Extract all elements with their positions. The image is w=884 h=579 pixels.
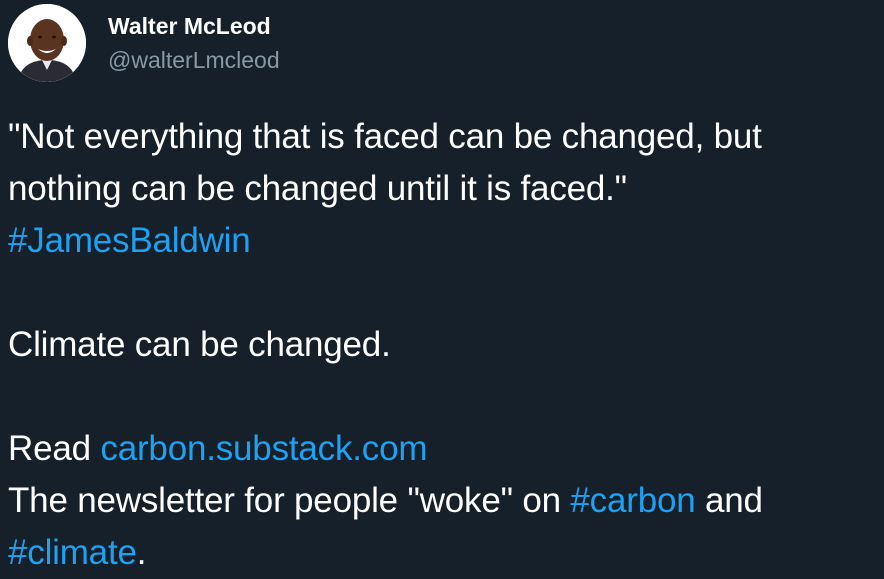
read-line: Read carbon.substack.com	[8, 423, 880, 475]
quote-line-2: nothing can be changed until it is faced…	[8, 169, 627, 208]
tweet-header: Walter McLeod @walterLmcleod	[8, 4, 280, 82]
hashtag-line: #JamesBaldwin	[8, 215, 880, 267]
climate-hashtag-line: #climate.	[8, 527, 880, 579]
newsletter-line: The newsletter for people "woke" on #car…	[8, 475, 880, 527]
climate-line: Climate can be changed.	[8, 325, 391, 364]
newsletter-prefix: The newsletter for people "woke" on	[8, 481, 571, 520]
author-display-name[interactable]: Walter McLeod	[108, 11, 280, 41]
tweet-text: "Not everything that is faced can be cha…	[8, 111, 880, 579]
hashtag-climate[interactable]: #climate	[8, 533, 137, 572]
final-period: .	[136, 533, 147, 572]
avatar[interactable]	[8, 4, 86, 82]
hashtag-jamesbaldwin[interactable]: #JamesBaldwin	[8, 221, 251, 260]
author-names: Walter McLeod @walterLmcleod	[108, 11, 280, 75]
hashtag-carbon[interactable]: #carbon	[570, 481, 695, 520]
read-prefix: Read	[8, 429, 101, 468]
profile-photo-icon	[8, 4, 86, 82]
author-handle[interactable]: @walterLmcleod	[108, 45, 280, 75]
substack-link[interactable]: carbon.substack.com	[100, 429, 427, 468]
newsletter-and: and	[695, 481, 763, 520]
quote-line-1: "Not everything that is faced can be cha…	[8, 117, 762, 156]
